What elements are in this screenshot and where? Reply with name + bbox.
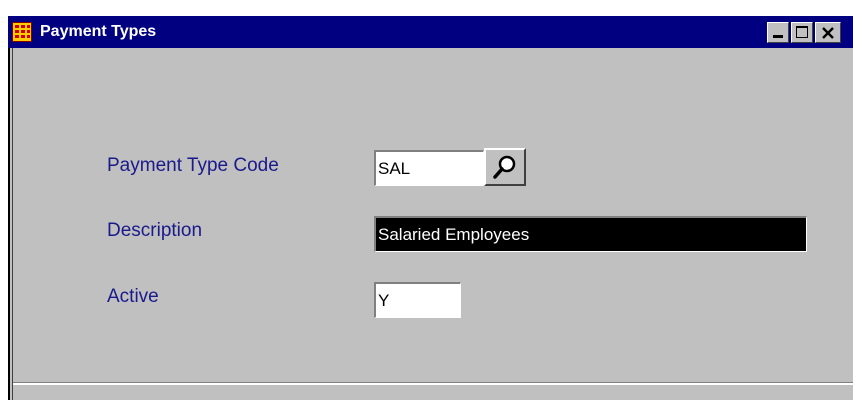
description-label: Description — [107, 220, 203, 241]
payment-type-lookup-button[interactable] — [484, 148, 526, 186]
maximize-button[interactable] — [791, 22, 813, 43]
active-label: Active — [107, 286, 159, 307]
payment-type-code-label: Payment Type Code — [107, 155, 279, 176]
payment-types-window: Payment Types Payment Type Code SAL Desc… — [8, 16, 853, 400]
title-bar[interactable]: Payment Types — [8, 16, 853, 48]
maximize-icon — [796, 26, 808, 38]
window-left-border — [8, 48, 10, 400]
minimize-button[interactable] — [767, 22, 789, 43]
window-title: Payment Types — [40, 23, 157, 40]
magnifier-icon — [493, 155, 516, 179]
minimize-icon — [773, 35, 783, 38]
close-icon — [822, 27, 834, 39]
active-input[interactable]: Y — [374, 282, 461, 318]
description-input[interactable]: Salaried Employees — [374, 216, 807, 252]
table-grid-icon[interactable] — [12, 22, 32, 42]
close-button[interactable] — [815, 22, 841, 43]
payment-type-code-input[interactable]: SAL — [374, 150, 484, 186]
status-bar-divider — [13, 382, 853, 385]
